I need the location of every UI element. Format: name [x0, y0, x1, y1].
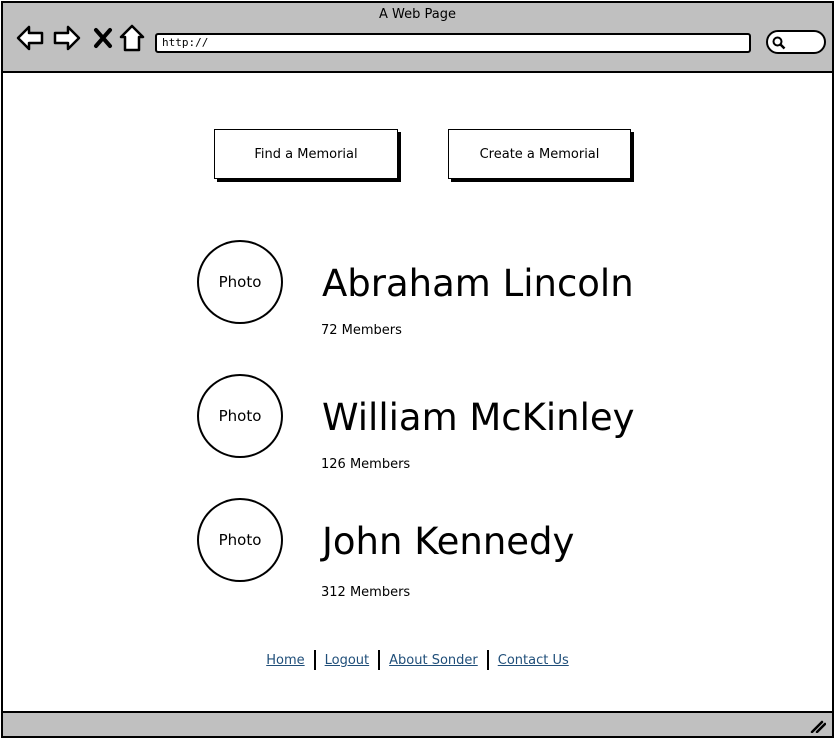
footer-separator	[486, 650, 489, 670]
memorial-members-count: 72 Members	[321, 323, 402, 338]
footer-link-contact[interactable]: Contact Us	[498, 653, 569, 668]
footer-link-about[interactable]: About Sonder	[389, 653, 478, 668]
resize-grip-icon[interactable]	[810, 719, 826, 733]
search-icon	[772, 36, 786, 50]
footer-separator	[378, 650, 381, 670]
footer-link-logout[interactable]: Logout	[325, 653, 370, 668]
memorial-members-count: 126 Members	[321, 457, 411, 472]
memorial-name[interactable]: John Kennedy	[322, 523, 574, 560]
memorial-name[interactable]: Abraham Lincoln	[322, 265, 634, 302]
search-field[interactable]	[766, 30, 826, 54]
browser-window: A Web Page http:// Find a Memorial Creat…	[1, 1, 834, 738]
window-title: A Web Page	[379, 7, 456, 22]
memorial-members-count: 312 Members	[321, 585, 411, 600]
browser-statusbar	[3, 711, 832, 736]
create-memorial-button[interactable]: Create a Memorial	[448, 129, 631, 179]
memorial-photo[interactable]: Photo	[197, 374, 283, 458]
memorial-photo[interactable]: Photo	[197, 240, 283, 324]
home-icon[interactable]	[117, 23, 147, 53]
footer-separator	[313, 650, 316, 670]
find-memorial-button[interactable]: Find a Memorial	[214, 129, 398, 179]
footer-nav: Home Logout About Sonder Contact Us	[3, 649, 832, 671]
close-icon[interactable]	[88, 23, 118, 53]
memorial-name[interactable]: William McKinley	[322, 399, 635, 436]
memorial-photo[interactable]: Photo	[197, 498, 283, 582]
address-bar[interactable]: http://	[155, 33, 751, 53]
back-arrow-icon[interactable]	[15, 23, 45, 53]
footer-link-home[interactable]: Home	[266, 653, 304, 668]
browser-titlebar: A Web Page http://	[3, 3, 832, 73]
forward-arrow-icon[interactable]	[52, 23, 82, 53]
